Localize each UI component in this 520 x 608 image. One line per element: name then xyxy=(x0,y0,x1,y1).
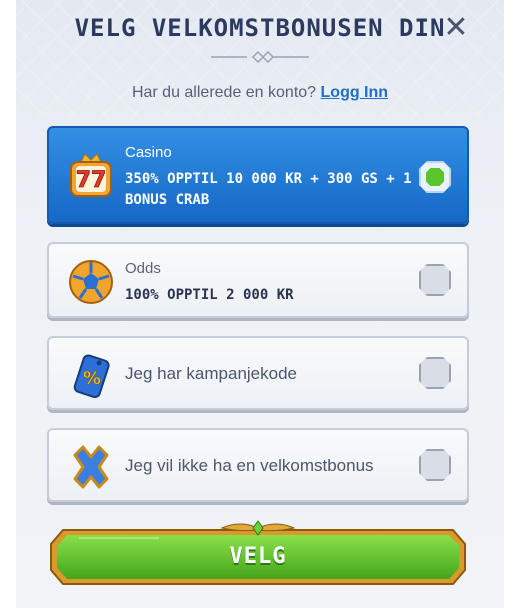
modal-title: VELG VELKOMSTBONUSEN DIN xyxy=(74,14,446,42)
option-offer-odds: 100% OPPTIL 2 000 KR xyxy=(125,287,294,303)
option-checkbox-promo-code[interactable] xyxy=(419,357,451,389)
velg-button[interactable]: VELG xyxy=(49,520,467,586)
option-checkbox-no-bonus[interactable] xyxy=(419,449,451,481)
bonus-option-no-bonus[interactable]: Jeg vil ikke ha en velkomstbonus xyxy=(47,428,469,502)
x-mark-icon xyxy=(73,445,109,489)
welcome-bonus-modal: VELG VELKOMSTBONUSEN DIN ✕ Har du allere… xyxy=(16,0,504,608)
login-link[interactable]: Logg Inn xyxy=(321,84,389,101)
title-divider-ornament xyxy=(211,50,309,64)
close-icon[interactable]: ✕ xyxy=(442,13,470,43)
login-prompt: Har du allerede en konto? Logg Inn xyxy=(16,84,504,102)
option-label-no-bonus: Jeg vil ikke ha en velkomstbonus xyxy=(125,456,374,475)
option-label-odds: Odds xyxy=(125,260,161,277)
option-label-casino: Casino xyxy=(125,144,172,161)
option-checkbox-odds[interactable] xyxy=(419,264,451,296)
svg-text:77: 77 xyxy=(76,168,107,193)
slot-seven-icon: 77 xyxy=(70,153,112,197)
velg-button-label: VELG xyxy=(229,544,287,569)
football-icon xyxy=(69,260,113,304)
bonus-option-odds[interactable]: Odds 100% OPPTIL 2 000 KR xyxy=(47,242,469,318)
login-prompt-text: Har du allerede en konto? xyxy=(131,84,317,101)
bonus-option-promo-code[interactable]: % Jeg har kampanjekode xyxy=(47,336,469,410)
option-checkbox-casino[interactable] xyxy=(419,161,451,193)
percent-tag-icon: % xyxy=(73,354,110,399)
svg-text:%: % xyxy=(83,368,101,389)
bonus-option-casino[interactable]: 77 Casino 350% OPPTIL 10 000 KR + 300 GS… xyxy=(47,126,469,224)
checkmark-selected-indicator xyxy=(426,168,444,186)
option-offer-casino: 350% OPPTIL 10 000 KR + 300 GS + 1 BONUS… xyxy=(125,171,412,208)
option-label-promo-code: Jeg har kampanjekode xyxy=(125,364,298,383)
